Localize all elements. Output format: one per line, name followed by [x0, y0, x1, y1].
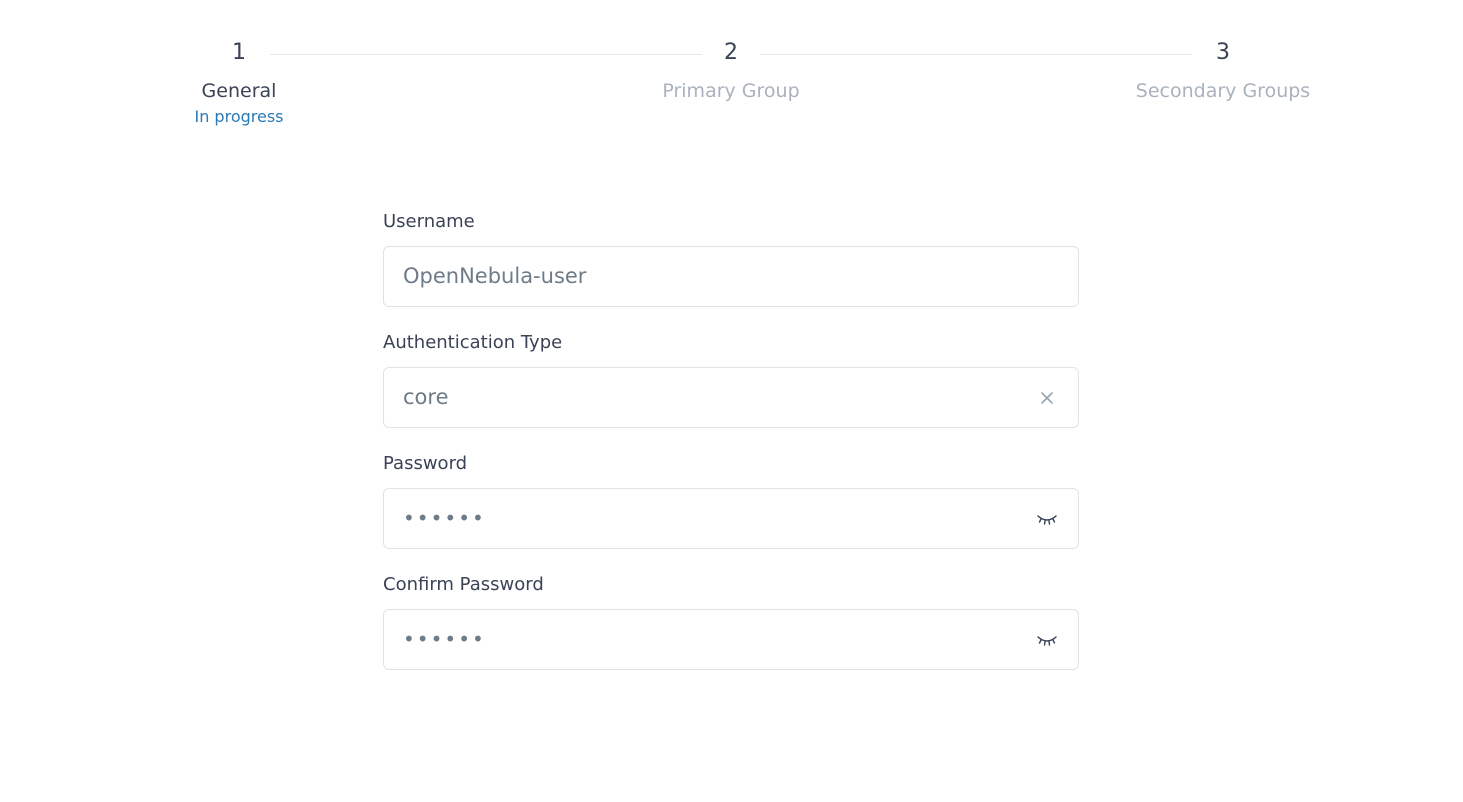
eye-closed-icon[interactable] — [1036, 508, 1058, 530]
confirm-password-field-group: Confirm Password •••••• — [383, 573, 1079, 670]
step-title: General — [201, 80, 277, 102]
step-primary-group[interactable]: 2 Primary Group — [611, 38, 851, 104]
confirm-password-value: •••••• — [403, 627, 486, 651]
step-number: 2 — [724, 40, 738, 65]
username-label: Username — [383, 211, 475, 232]
username-field-group: Username OpenNebula-user — [383, 210, 1079, 307]
step-number: 3 — [1216, 40, 1230, 65]
step-title: Secondary Groups — [1135, 80, 1311, 102]
username-input[interactable]: OpenNebula-user — [383, 246, 1079, 307]
step-general[interactable]: 1 General In progress — [119, 38, 359, 128]
confirm-password-input[interactable]: •••••• — [383, 609, 1079, 670]
confirm-password-label: Confirm Password — [383, 574, 544, 595]
step-status: In progress — [194, 107, 284, 126]
password-value: •••••• — [403, 506, 486, 530]
eye-closed-icon[interactable] — [1036, 629, 1058, 651]
password-label: Password — [383, 453, 468, 474]
username-value: OpenNebula-user — [403, 264, 587, 288]
step-title: Primary Group — [662, 80, 800, 102]
close-icon[interactable] — [1036, 387, 1058, 409]
user-general-form: Username OpenNebula-user Authentication … — [383, 210, 1079, 694]
auth-type-field-group: Authentication Type core — [383, 331, 1079, 428]
password-field-group: Password •••••• — [383, 452, 1079, 549]
auth-type-value: core — [403, 385, 449, 409]
auth-type-input[interactable]: core — [383, 367, 1079, 428]
step-number: 1 — [232, 40, 246, 65]
password-input[interactable]: •••••• — [383, 488, 1079, 549]
auth-type-label: Authentication Type — [383, 332, 563, 353]
stepper: 1 General In progress 2 Primary Group 3 … — [0, 0, 1463, 150]
step-secondary-groups[interactable]: 3 Secondary Groups — [1103, 38, 1343, 104]
